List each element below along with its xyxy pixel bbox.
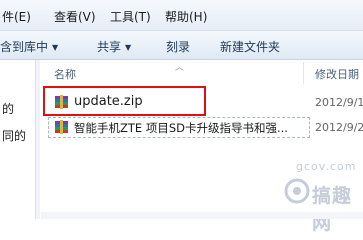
menu-view[interactable]: 查看(V) bbox=[54, 8, 96, 25]
include-in-library-label: 含到库中 bbox=[0, 40, 49, 54]
column-divider[interactable] bbox=[303, 62, 304, 84]
new-folder-button[interactable]: 新建文件夹 bbox=[220, 38, 280, 55]
share-button[interactable]: 共享 ▼ bbox=[97, 38, 131, 55]
share-label: 共享 bbox=[97, 40, 122, 54]
highlight-box bbox=[43, 86, 206, 116]
menu-help[interactable]: 帮助(H) bbox=[165, 8, 207, 25]
watermark-text: 搞趣网 bbox=[312, 185, 353, 234]
pane-splitter[interactable] bbox=[36, 60, 40, 219]
horizontal-scrollbar[interactable] bbox=[41, 212, 363, 219]
include-in-library-button[interactable]: 含到库中 ▼ bbox=[0, 38, 58, 55]
menu-bar: 件(E) 查看(V) 工具(T) 帮助(H) bbox=[0, 0, 363, 31]
command-bar: 含到库中 ▼ 共享 ▼ 刻录 新建文件夹 bbox=[0, 31, 363, 60]
winrar-archive-icon bbox=[54, 119, 70, 135]
chevron-down-icon: ▼ bbox=[125, 43, 132, 52]
burn-button[interactable]: 刻录 bbox=[166, 38, 190, 55]
watermark-url: gcov.com bbox=[296, 160, 357, 173]
file-name[interactable]: 智能手机ZTE 项目SD卡升级指导书和强... bbox=[74, 120, 288, 136]
navigation-pane[interactable]: 的 同的 bbox=[0, 60, 36, 219]
file-date: 2012/9/1 bbox=[315, 96, 363, 109]
sort-arrow-icon: ︿ bbox=[175, 63, 185, 73]
watermark-logo-icon bbox=[284, 178, 310, 207]
chevron-down-icon: ▼ bbox=[52, 43, 59, 52]
menu-tools[interactable]: 工具(T) bbox=[110, 8, 151, 25]
nav-item-partial[interactable]: 的 bbox=[2, 100, 14, 117]
file-date: 2012/9/2 bbox=[315, 121, 363, 134]
menu-edit[interactable]: 件(E) bbox=[2, 8, 31, 25]
column-name-header[interactable]: 名称 bbox=[54, 66, 76, 82]
column-modified-header[interactable]: 修改日期 bbox=[315, 66, 359, 82]
nav-item-partial[interactable]: 同的 bbox=[2, 127, 26, 144]
